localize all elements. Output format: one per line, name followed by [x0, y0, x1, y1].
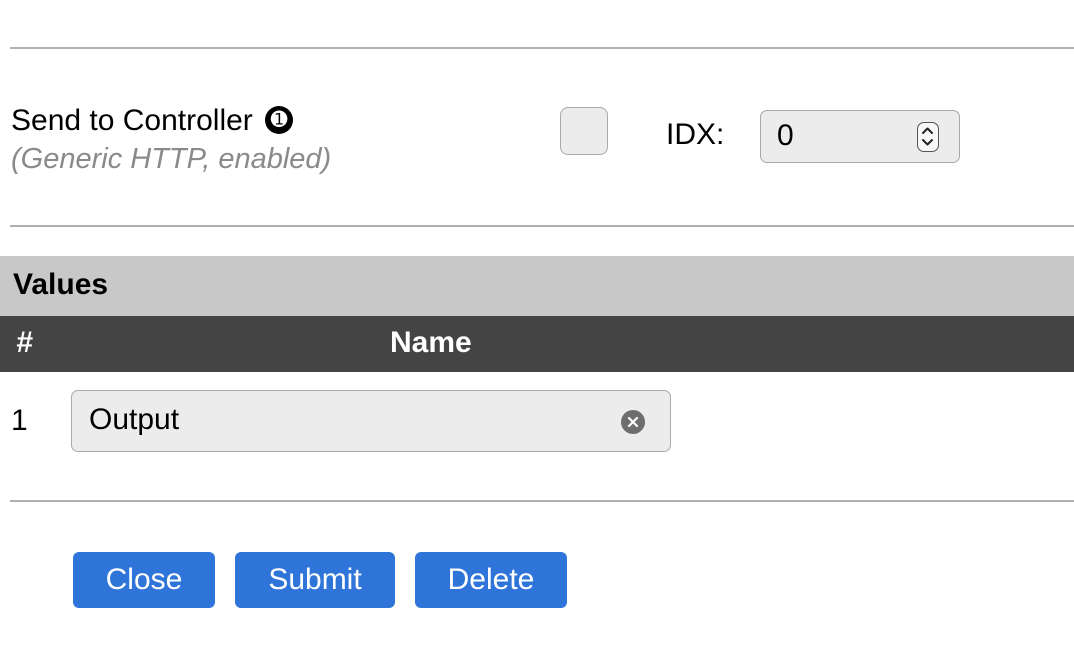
controller-subtitle: (Generic HTTP, enabled): [11, 143, 332, 175]
row-number: 1: [11, 404, 28, 437]
submit-button[interactable]: Submit: [235, 552, 395, 608]
values-section-header: Values: [0, 256, 1074, 316]
idx-label: IDX:: [666, 118, 725, 151]
value-name-input[interactable]: Output: [71, 390, 671, 452]
clear-icon[interactable]: [621, 410, 645, 434]
values-section-title: Values: [13, 268, 109, 301]
divider-top: [10, 47, 1074, 49]
divider-bottom: [10, 500, 1074, 502]
spinner-icon[interactable]: [917, 122, 939, 152]
idx-value: 0: [777, 119, 794, 152]
send-to-controller-text: Send to Controller: [11, 104, 253, 137]
send-to-controller-label: Send to Controller ➊: [11, 104, 294, 138]
info-icon[interactable]: ➊: [265, 106, 294, 134]
close-button[interactable]: Close: [73, 552, 215, 608]
value-name-text: Output: [89, 403, 180, 436]
column-header-number: #: [16, 326, 33, 359]
send-to-controller-checkbox[interactable]: [560, 107, 608, 155]
divider-middle: [10, 225, 1074, 227]
column-header-name: Name: [390, 326, 472, 359]
idx-input[interactable]: 0: [760, 110, 960, 163]
values-table-header: # Name: [0, 316, 1074, 372]
delete-button[interactable]: Delete: [415, 552, 567, 608]
device-edit-page: Send to Controller ➊ (Generic HTTP, enab…: [0, 0, 1074, 670]
